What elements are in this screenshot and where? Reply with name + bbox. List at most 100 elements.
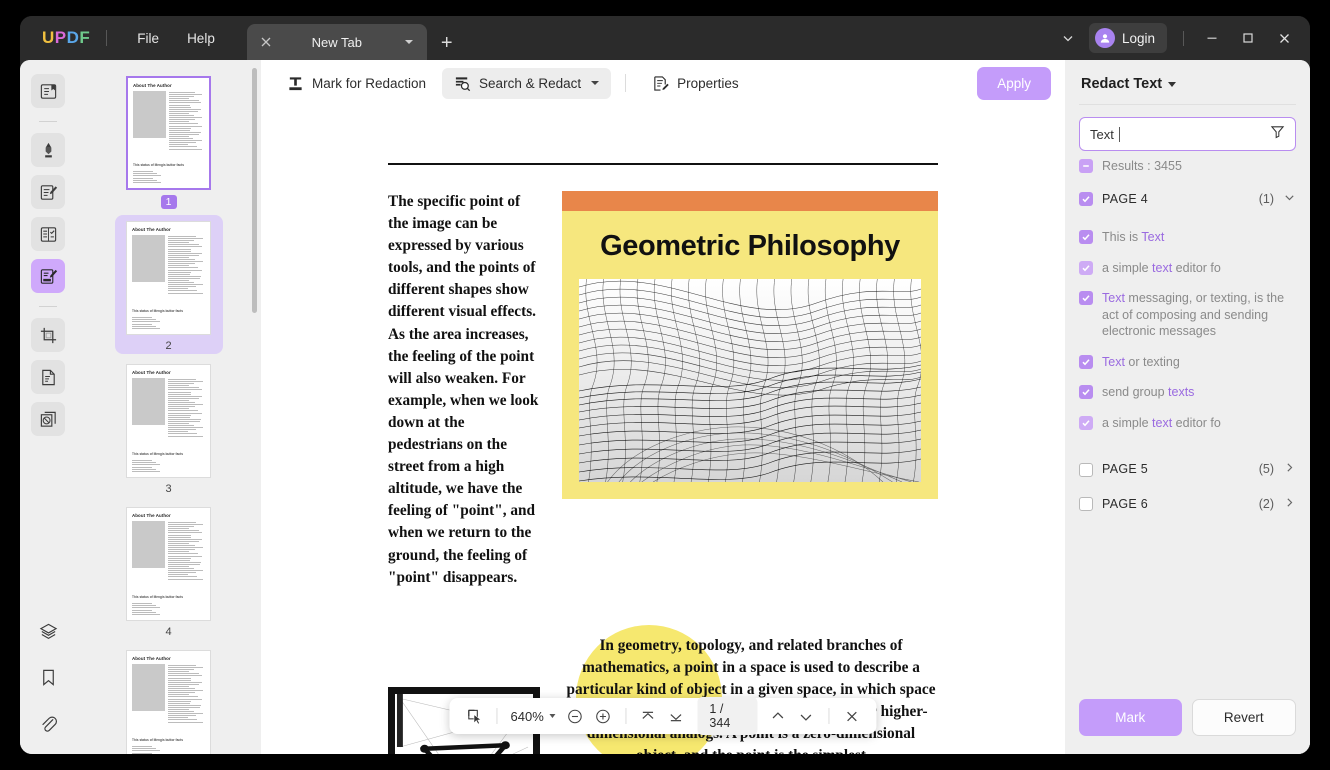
thumbnail-line [168, 579, 203, 580]
close-window-button[interactable] [1266, 23, 1302, 53]
chevron-down-icon[interactable] [591, 81, 599, 85]
chevron-down-icon[interactable] [405, 40, 413, 44]
sidebar-reader-icon[interactable] [31, 74, 65, 108]
page-group-row[interactable]: PAGE 6(2) [1079, 487, 1296, 522]
mark-button[interactable]: Mark [1079, 699, 1182, 736]
more-chevron-icon[interactable] [1053, 23, 1083, 53]
result-item[interactable]: send group texts [1079, 377, 1296, 408]
search-input[interactable]: Text [1079, 117, 1296, 151]
thumbnail-line [169, 149, 202, 150]
thumbnail-item[interactable]: About The AuthorThis status of Mengis bu… [115, 215, 223, 354]
apply-button[interactable]: Apply [977, 67, 1051, 100]
page-group-checkbox[interactable] [1079, 192, 1093, 206]
thumbnail-line [168, 556, 202, 557]
result-item[interactable]: a simple text editor fo [1079, 253, 1296, 284]
close-icon[interactable] [259, 35, 273, 49]
login-button[interactable]: Login [1089, 23, 1167, 53]
thumbnail-line [168, 381, 203, 382]
thumbnail-item[interactable]: About The AuthorThis status of Mengis bu… [115, 644, 223, 754]
thumbnail-line [168, 290, 197, 291]
result-match-highlight: text [1152, 416, 1172, 430]
page-group-row[interactable]: PAGE 4(1) [1079, 182, 1296, 217]
thumbnail-item[interactable]: About The AuthorThis status of Mengis bu… [115, 501, 223, 640]
menu-file[interactable]: File [123, 25, 173, 52]
filter-icon[interactable] [1270, 124, 1285, 144]
zoom-level-selector[interactable]: 640% [507, 709, 560, 724]
result-item[interactable]: Text or texting [1079, 347, 1296, 378]
thumbnail-preview[interactable]: About The AuthorThis status of Mengis bu… [126, 507, 211, 621]
sidebar-batch-icon[interactable] [31, 402, 65, 436]
next-page-button[interactable] [793, 702, 819, 730]
zoom-in-button[interactable] [590, 702, 616, 730]
chevron-down-icon[interactable] [550, 714, 556, 718]
thumbnail-preview[interactable]: About The AuthorThis status of Mengis bu… [126, 650, 211, 754]
search-redact-icon [454, 75, 471, 92]
page-indicator[interactable]: 1 / 344 [697, 697, 757, 735]
sidebar-edit-pdf-icon[interactable] [31, 175, 65, 209]
result-item-checkbox[interactable] [1079, 261, 1093, 275]
chevron-right-icon[interactable] [1283, 496, 1296, 512]
thumbnail-line [168, 429, 196, 430]
result-item-text: Text messaging, or texting, is the act o… [1102, 290, 1296, 340]
thumbnail-item[interactable]: About The AuthorThis status of Mengis bu… [115, 358, 223, 497]
thumbnail-panel[interactable]: About The AuthorThis status of Mengis bu… [76, 60, 261, 754]
result-text-segment: editor fo [1172, 416, 1221, 430]
thumbnail-scrollbar[interactable] [252, 68, 257, 313]
sidebar-form-icon[interactable] [31, 217, 65, 251]
thumbnail-line [169, 109, 201, 110]
chevron-down-icon[interactable] [1168, 82, 1176, 87]
results-summary-row[interactable]: Results : 3455 [1079, 151, 1296, 182]
select-tool-icon[interactable] [461, 702, 487, 730]
thumbnail-line [168, 669, 194, 670]
zoom-out-button[interactable] [562, 702, 588, 730]
result-item-checkbox[interactable] [1079, 291, 1093, 305]
result-item-text: This is Text [1102, 229, 1164, 246]
page-group-checkbox[interactable] [1079, 497, 1093, 511]
thumbnail-doc-title: About The Author [132, 227, 205, 232]
thumbnail-line [168, 692, 195, 693]
maximize-button[interactable] [1230, 23, 1266, 53]
result-item[interactable]: This is Text [1079, 222, 1296, 253]
chevron-down-icon[interactable] [1283, 191, 1296, 207]
thumbnail-line [168, 678, 191, 679]
fit-bottom-button[interactable] [663, 702, 689, 730]
minimize-button[interactable] [1194, 23, 1230, 53]
bookmark-icon[interactable] [33, 662, 63, 692]
result-item[interactable]: a simple text editor fo [1079, 408, 1296, 439]
sidebar-highlighter-icon[interactable] [31, 133, 65, 167]
page-group-checkbox[interactable] [1079, 463, 1093, 477]
sidebar-redact-icon[interactable] [31, 259, 65, 293]
menu-help[interactable]: Help [173, 25, 229, 52]
layers-icon[interactable] [33, 616, 63, 646]
thumbnail-line [169, 100, 199, 101]
result-item-checkbox[interactable] [1079, 230, 1093, 244]
chevron-right-icon[interactable] [1283, 461, 1296, 477]
thumbnail-preview[interactable]: About The AuthorThis status of Mengis bu… [126, 221, 211, 335]
sidebar-crop-icon[interactable] [31, 318, 65, 352]
tab-new-tab[interactable]: New Tab [247, 24, 427, 60]
document-viewport[interactable]: The specific point of the image can be e… [261, 106, 1065, 754]
attachment-icon[interactable] [33, 708, 63, 738]
thumbnail-preview[interactable]: About The AuthorThis status of Mengis bu… [126, 364, 211, 478]
fit-top-button[interactable] [635, 702, 661, 730]
thumbnail-preview[interactable]: About The AuthorThis status of Mengis bu… [126, 76, 211, 190]
result-item-checkbox[interactable] [1079, 355, 1093, 369]
mark-for-redaction-button[interactable]: Mark for Redaction [275, 68, 438, 99]
previous-page-button[interactable] [765, 702, 791, 730]
revert-button[interactable]: Revert [1192, 699, 1297, 736]
sidebar-page-icon[interactable] [31, 360, 65, 394]
page-float-toolbar: 640% 1 / 344 [449, 698, 876, 734]
search-and-redact-button[interactable]: Search & Redact [442, 68, 611, 99]
results-list[interactable]: Results : 3455 PAGE 4(1) This is Text a si… [1065, 151, 1310, 687]
close-toolbar-button[interactable] [838, 702, 864, 730]
redact-panel-title-row[interactable]: Redact Text [1065, 60, 1310, 104]
result-item-checkbox[interactable] [1079, 385, 1093, 399]
result-item-checkbox[interactable] [1079, 416, 1093, 430]
page-group-row[interactable]: PAGE 5(5) [1079, 452, 1296, 487]
result-item[interactable]: Text messaging, or texting, is the act o… [1079, 283, 1296, 347]
thumbnail-item[interactable]: About The AuthorThis status of Mengis bu… [115, 70, 223, 211]
thumbnail-line [168, 570, 203, 571]
properties-button[interactable]: Properties [640, 68, 751, 99]
new-tab-button[interactable]: + [441, 33, 453, 53]
results-checkbox-indeterminate[interactable] [1079, 159, 1093, 173]
